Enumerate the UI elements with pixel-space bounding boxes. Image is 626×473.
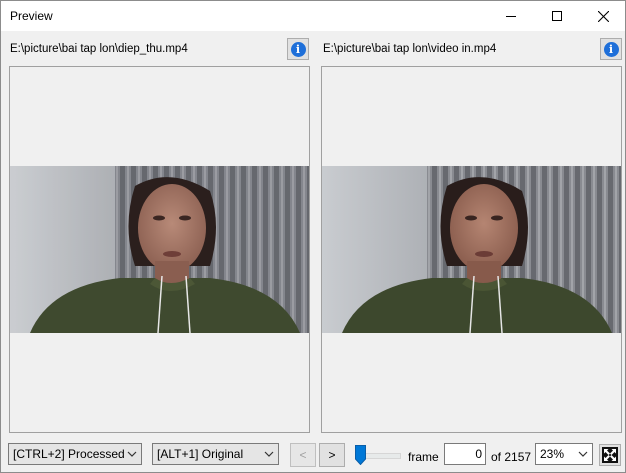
previous-frame-label: < <box>299 448 307 462</box>
left-view-mode-select[interactable]: [CTRL+2] Processed <box>8 443 142 465</box>
info-icon: i <box>290 41 306 57</box>
info-icon: i <box>603 41 619 57</box>
maximize-button[interactable] <box>534 1 580 31</box>
minimize-button[interactable] <box>488 1 534 31</box>
next-frame-button[interactable]: > <box>319 443 345 467</box>
chevron-down-icon <box>578 451 588 457</box>
previous-frame-button[interactable]: < <box>290 443 316 467</box>
chevron-down-icon <box>264 451 274 457</box>
right-video-frame <box>322 166 621 333</box>
zoom-value: 23% <box>540 447 565 461</box>
right-view-mode-select[interactable]: [ALT+1] Original <box>152 443 279 465</box>
left-preview-pane <box>9 66 310 433</box>
bottom-toolbar: [CTRL+2] Processed [ALT+1] Original < > … <box>1 439 625 473</box>
right-info-button[interactable]: i <box>600 38 622 60</box>
close-button[interactable] <box>580 1 626 31</box>
right-file-path: E:\picture\bai tap lon\video in.mp4 <box>323 43 497 55</box>
fullscreen-icon <box>602 447 618 463</box>
zoom-select[interactable]: 23% <box>535 443 593 465</box>
frame-label: frame <box>408 450 439 464</box>
frame-input[interactable]: 0 <box>444 443 486 465</box>
title-bar[interactable]: Preview <box>1 1 625 31</box>
frame-total-label: of 2157 <box>491 450 532 464</box>
fullscreen-button[interactable] <box>599 444 621 466</box>
right-view-mode-value: [ALT+1] Original <box>157 447 244 461</box>
left-file-path: E:\picture\bai tap lon\diep_thu.mp4 <box>10 43 188 55</box>
right-preview-pane <box>321 66 622 433</box>
preview-window: Preview E:\picture\bai tap lon\diep_thu.… <box>0 0 626 473</box>
seek-thumb[interactable] <box>355 445 366 465</box>
chevron-down-icon <box>127 451 137 457</box>
minimize-icon <box>506 16 516 17</box>
next-frame-label: > <box>328 448 336 462</box>
left-video-frame <box>10 166 309 333</box>
close-icon <box>597 10 609 22</box>
seek-slider[interactable] <box>355 445 401 467</box>
left-view-mode-value: [CTRL+2] Processed <box>13 447 125 461</box>
maximize-icon <box>552 11 562 21</box>
window-title: Preview <box>10 9 53 23</box>
left-info-button[interactable]: i <box>287 38 309 60</box>
